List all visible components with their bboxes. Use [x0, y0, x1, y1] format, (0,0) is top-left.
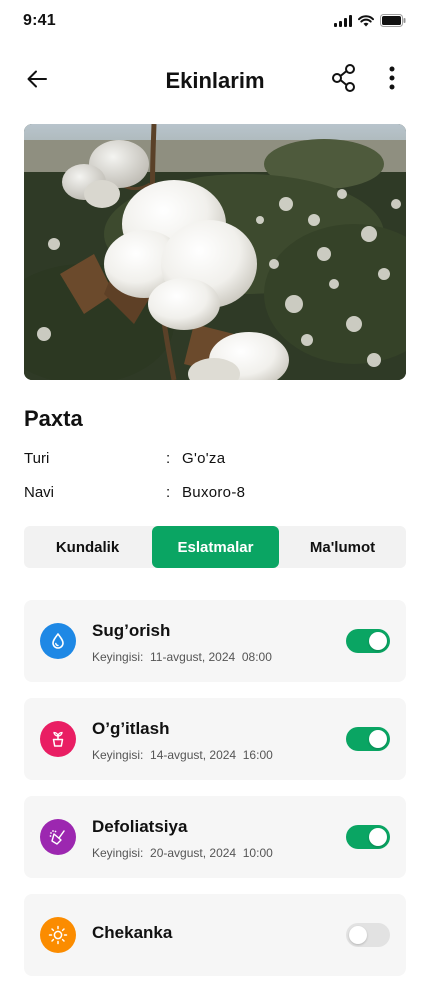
tab-kundalik[interactable]: Kundalik [24, 526, 151, 568]
tab-bar: Kundalik Eslatmalar Ma'lumot [24, 526, 406, 568]
reminder-title: O’g’itlash [92, 719, 170, 738]
app-header: Ekinlarim [0, 56, 430, 106]
reminder-card-defoliatsiya[interactable]: Defoliatsiya Keyingisi: 20-avgust, 2024 … [24, 796, 406, 878]
crop-variety-row: Navi : Buxoro-8 [24, 484, 406, 506]
reminder-toggle[interactable] [346, 727, 390, 751]
status-bar: 9:41 [0, 0, 430, 44]
status-icons [334, 14, 406, 32]
more-vertical-icon [389, 66, 395, 95]
status-time: 9:41 [23, 12, 56, 29]
reminder-card-ogitlash[interactable]: O’g’itlash Keyingisi: 14-avgust, 2024 16… [24, 698, 406, 780]
crop-type-row: Turi : G'o'za [24, 450, 406, 472]
reminder-card-sugorish[interactable]: Sug’orish Keyingisi: 11-avgust, 2024 08:… [24, 600, 406, 682]
reminder-toggle[interactable] [346, 923, 390, 947]
more-options-button[interactable] [378, 65, 406, 95]
separator-colon: : [166, 484, 171, 501]
tab-malumot[interactable]: Ma'lumot [279, 526, 406, 568]
toggle-knob [369, 632, 387, 650]
reminder-title: Sug’orish [92, 621, 171, 640]
sun-icon [40, 917, 76, 953]
signal-icon [334, 14, 352, 32]
water-drop-icon [40, 623, 76, 659]
sprayer-icon [40, 819, 76, 855]
share-icon [331, 63, 357, 97]
crop-type-label: Turi [24, 450, 50, 467]
plant-pot-icon [40, 721, 76, 757]
reminder-next-date: Keyingisi: 11-avgust, 2024 08:00 [92, 650, 272, 664]
battery-icon [380, 14, 406, 32]
reminder-toggle[interactable] [346, 629, 390, 653]
page-title: Ekinlarim [165, 68, 265, 93]
wifi-icon [358, 14, 374, 32]
reminder-next-date: Keyingisi: 20-avgust, 2024 10:00 [92, 846, 273, 860]
crop-variety-label: Navi [24, 484, 55, 501]
toggle-knob [349, 926, 367, 944]
toggle-knob [369, 730, 387, 748]
reminder-title: Defoliatsiya [92, 817, 188, 836]
crop-photo [24, 124, 406, 380]
share-button[interactable] [329, 63, 359, 97]
separator-colon: : [166, 450, 171, 467]
crop-type-value: G'o'za [182, 450, 226, 467]
reminder-next-date: Keyingisi: 14-avgust, 2024 16:00 [92, 748, 273, 762]
crop-variety-value: Buxoro-8 [182, 484, 246, 501]
toggle-knob [369, 828, 387, 846]
reminder-card-chekanka[interactable]: Chekanka [24, 894, 406, 976]
crop-name: Paxta [24, 406, 83, 431]
reminder-toggle[interactable] [346, 825, 390, 849]
tab-eslatmalar[interactable]: Eslatmalar [152, 526, 279, 568]
reminder-title: Chekanka [92, 923, 173, 942]
